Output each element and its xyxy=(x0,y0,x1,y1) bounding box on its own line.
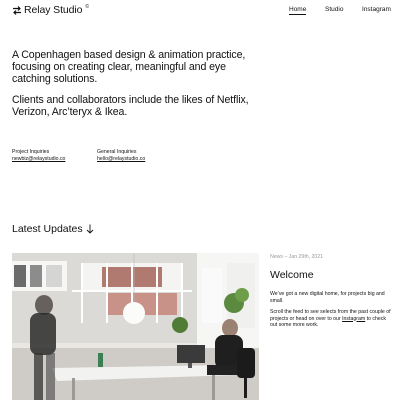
brand-logo-link[interactable]: Relay Studio © xyxy=(12,4,89,16)
project-inquiries-email-link[interactable]: newbiz@relaystudio.co xyxy=(12,156,65,162)
general-inquiries: General Inquiries hello@relaystudio.co xyxy=(97,149,145,163)
brand-copyright-mark: © xyxy=(85,4,89,10)
instagram-inline-link[interactable]: Instagram xyxy=(342,316,365,322)
arrow-down-icon xyxy=(86,224,93,234)
intro-statement: A Copenhagen based design & animation pr… xyxy=(12,49,267,118)
latest-updates-heading: Latest Updates xyxy=(12,223,94,235)
project-inquiries-label: Project Inquiries xyxy=(12,149,50,155)
intro-description: A Copenhagen based design & animation pr… xyxy=(12,49,246,86)
intro-clients: Clients and collaborators include the li… xyxy=(12,93,249,118)
nav-home[interactable]: Home xyxy=(289,6,307,15)
site-header: Relay Studio © Home Studio Instagram xyxy=(0,0,400,22)
nav-instagram[interactable]: Instagram xyxy=(362,6,391,13)
relay-arrows-icon xyxy=(13,5,21,15)
nav-studio[interactable]: Studio xyxy=(325,6,343,13)
office-photo xyxy=(12,253,259,400)
latest-updates-title: Latest Updates xyxy=(12,223,83,235)
post-paragraph-2: Scroll the feed to see selects from the … xyxy=(270,309,392,329)
post-body: We’ve got a new digital home, for projec… xyxy=(270,291,392,329)
post-meta: News – Jan 29th, 2021 xyxy=(270,254,324,260)
general-inquiries-label: General Inquiries xyxy=(97,149,137,155)
post-paragraph-1: We’ve got a new digital home, for projec… xyxy=(270,291,385,304)
post-title[interactable]: Welcome xyxy=(270,269,314,281)
feature-image-office[interactable] xyxy=(12,253,259,400)
general-inquiries-email-link[interactable]: hello@relaystudio.co xyxy=(97,156,145,162)
brand-name: Relay Studio xyxy=(24,4,83,16)
project-inquiries: Project Inquiries newbiz@relaystudio.co xyxy=(12,149,65,163)
